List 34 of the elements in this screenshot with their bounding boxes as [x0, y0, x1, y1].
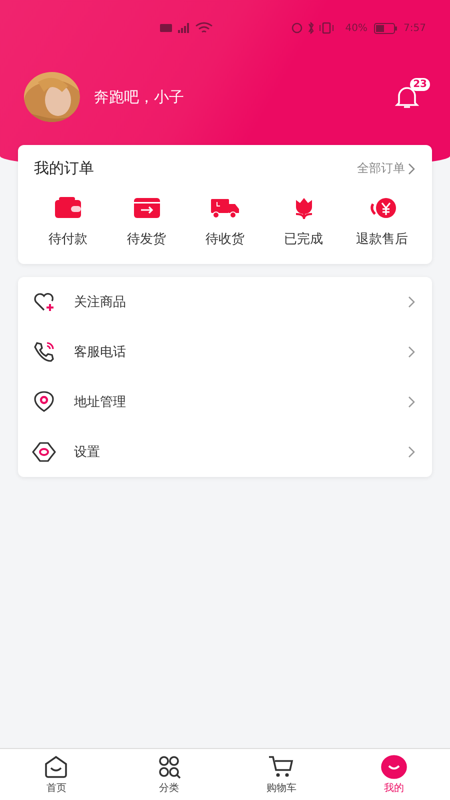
battery-percent: 40% — [345, 22, 368, 34]
phone-icon — [32, 340, 56, 364]
orders-title: 我的订单 — [34, 159, 94, 178]
location-pin-icon — [32, 390, 56, 414]
menu-item[interactable]: 地址管理 — [18, 377, 432, 427]
truck-icon — [210, 196, 240, 220]
wallet-icon — [53, 196, 83, 220]
chevron-icon — [408, 162, 416, 174]
tab[interactable]: 我的 — [338, 749, 450, 800]
heart-plus-icon — [32, 290, 56, 314]
chevron-icon — [408, 446, 416, 458]
chevron-icon — [408, 396, 416, 408]
menu-item[interactable]: 客服电话 — [18, 327, 432, 377]
smile-icon — [380, 754, 407, 778]
tab[interactable]: 首页 — [0, 749, 112, 800]
notification-badge: 23 — [410, 78, 430, 91]
chevron-icon — [408, 296, 416, 308]
home-icon — [43, 754, 70, 778]
settings-icon — [32, 440, 56, 464]
battery-icon — [374, 22, 398, 34]
tab[interactable]: 购物车 — [225, 749, 338, 800]
order-status-button[interactable]: 退款售后 — [348, 196, 416, 248]
order-status-button[interactable]: 待付款 — [34, 196, 102, 248]
chevron-icon — [408, 346, 416, 358]
cart-icon — [268, 754, 294, 778]
all-orders-link[interactable]: 全部订单 — [357, 160, 416, 177]
username: 奔跑吧，小子 — [94, 88, 185, 106]
order-status-button[interactable]: 待收货 — [191, 196, 259, 248]
clock-time: 7:57 — [404, 22, 426, 34]
order-status-button[interactable]: 待发货 — [112, 196, 180, 248]
menu-item[interactable]: 关注商品 — [18, 277, 432, 327]
order-status-button[interactable]: 已完成 — [270, 196, 338, 248]
tab[interactable]: 分类 — [112, 749, 225, 800]
menu-item[interactable]: 设置 — [18, 427, 432, 477]
